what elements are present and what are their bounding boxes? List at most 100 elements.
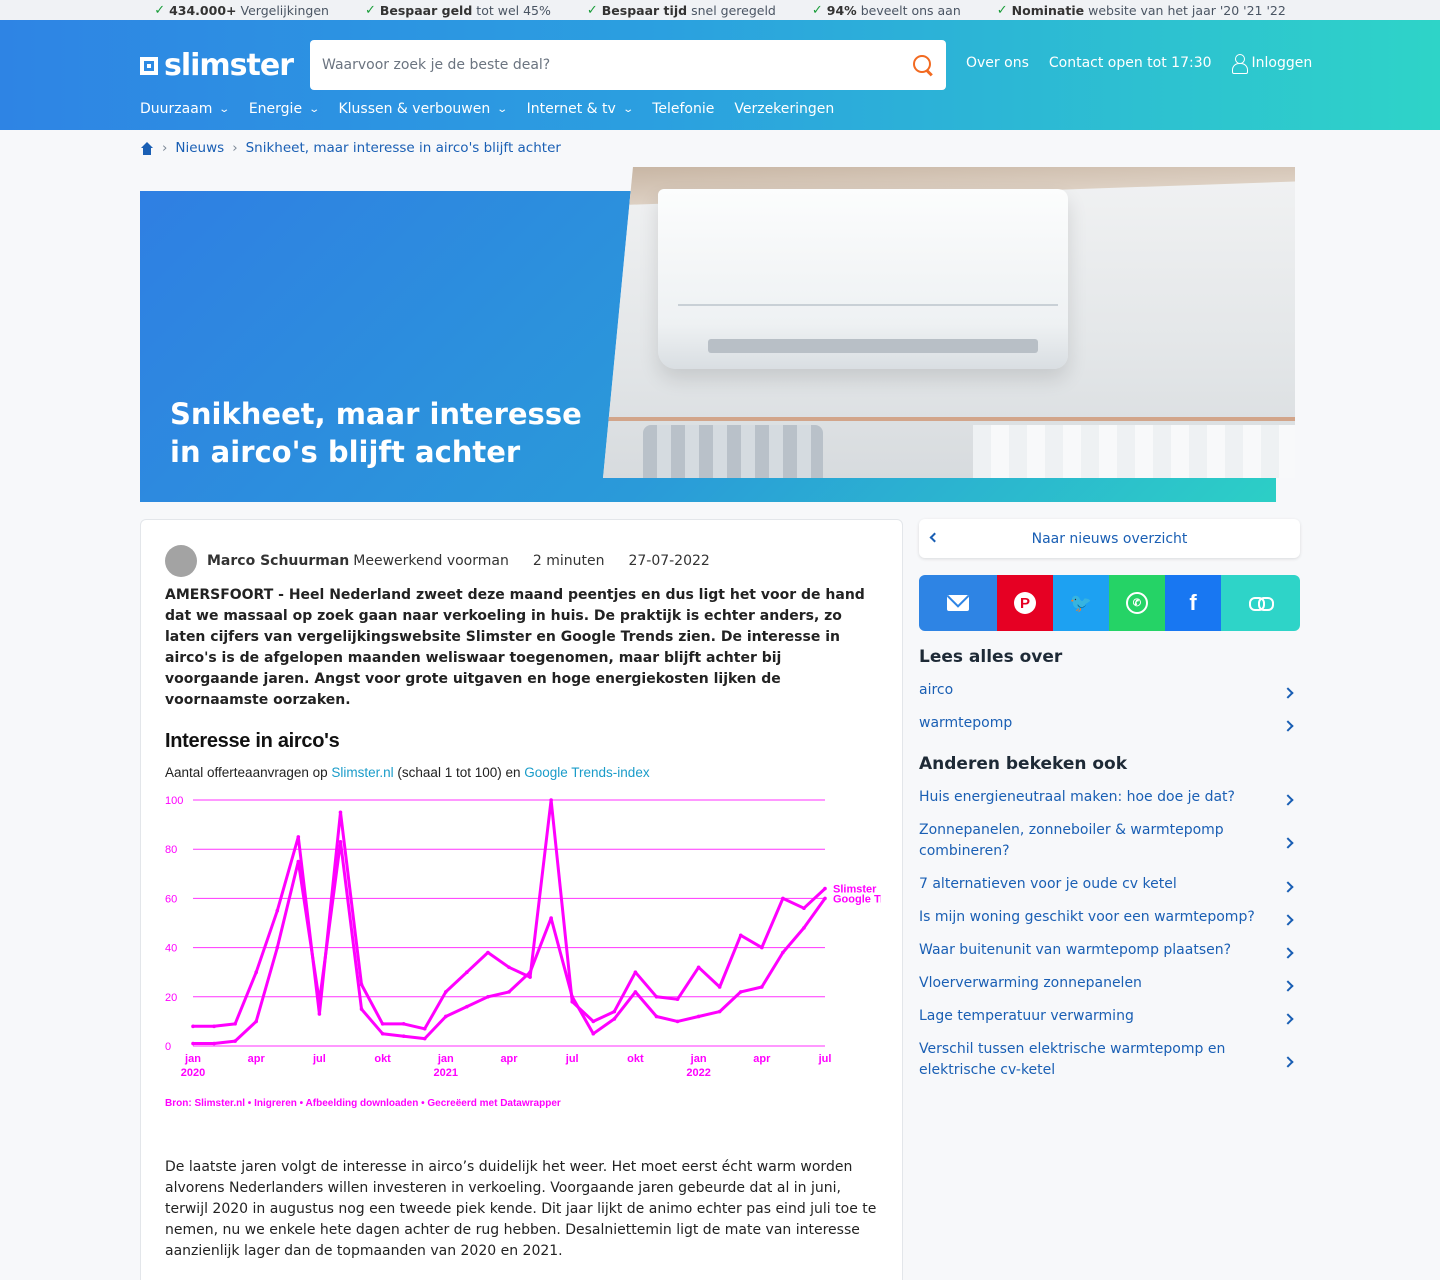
data-point <box>317 1012 322 1016</box>
airco-line <box>678 304 1058 306</box>
related-article-link[interactable]: Verschil tussen elektrische warmtepomp e… <box>919 1039 1300 1081</box>
related-article-link[interactable]: Lage temperatuur verwarming <box>919 1006 1300 1027</box>
chevron-right-icon: › <box>232 140 238 156</box>
usp-bold: Nominatie <box>1011 2 1085 18</box>
back-to-news-button[interactable]: Naar nieuws overzicht <box>919 519 1300 558</box>
share-pinterest-button[interactable]: P <box>997 575 1053 631</box>
nav-item-duurzaam[interactable]: Duurzaam ⌄ <box>140 101 231 117</box>
author-name[interactable]: Marco Schuurman <box>207 553 349 569</box>
data-point <box>633 970 638 974</box>
nav-item-klussen[interactable]: Klussen & verbouwen ⌄ <box>338 101 508 117</box>
chart-source[interactable]: Bron: Slimster.nl • Inigreren • Afbeeldi… <box>165 1098 561 1109</box>
share-facebook-button[interactable]: f <box>1165 575 1221 631</box>
data-point <box>760 945 764 950</box>
x-tick-label: jul <box>818 1053 832 1065</box>
chart-sub-link-trends[interactable]: Google Trends-index <box>524 765 649 780</box>
data-point <box>486 950 490 955</box>
related-article-link[interactable]: Zonnepanelen, zonneboiler & warmtepomp c… <box>919 820 1300 862</box>
share-mail-button[interactable] <box>919 575 997 631</box>
x-tick-label: 2021 <box>434 1067 458 1079</box>
x-tick-label: apr <box>753 1053 771 1065</box>
data-point <box>675 1019 680 1024</box>
x-tick-label: jul <box>312 1053 326 1065</box>
chevron-right-icon <box>1282 686 1294 699</box>
data-point <box>275 945 280 950</box>
usp-bar: ✓ 434.000+ Vergelijkingen ✓ Bespaar geld tot… <box>0 0 1440 20</box>
login-link[interactable]: Inloggen <box>1231 54 1312 74</box>
data-point <box>675 997 680 1002</box>
nav-item-verzekeringen[interactable]: Verzekeringen <box>734 101 834 117</box>
contact-link[interactable]: Contact open tot 17:30 <box>1049 55 1212 71</box>
search-input[interactable] <box>322 57 912 73</box>
x-tick-label: jan <box>184 1053 201 1065</box>
chevron-down-icon: ⌄ <box>218 103 231 115</box>
nav-item-energie[interactable]: Energie ⌄ <box>249 101 320 117</box>
x-tick-label: okt <box>627 1053 644 1065</box>
data-point <box>486 995 490 999</box>
usp-text: snel geregeld <box>691 2 776 18</box>
link-icon <box>1248 597 1274 611</box>
related-article-link[interactable]: Huis energieneutraal maken: hoe doe je d… <box>919 787 1300 808</box>
chart-sub-link-slimster[interactable]: Slimster.nl <box>331 765 393 780</box>
chevron-right-icon <box>1282 719 1294 732</box>
data-point <box>738 933 743 938</box>
x-tick-label: jan <box>437 1053 454 1065</box>
data-point <box>254 970 258 974</box>
data-point <box>212 1041 216 1046</box>
author-role: Meewerkend voorman <box>353 553 509 569</box>
others-viewed-heading: Anderen bekeken ook <box>919 754 1128 774</box>
tag-link-airco[interactable]: airco <box>919 680 1300 701</box>
y-tick-label: 40 <box>165 943 177 955</box>
nav-label: Internet & tv <box>526 101 616 117</box>
related-article-title: Verschil tussen elektrische warmtepomp e… <box>919 1041 1226 1078</box>
tag-label: airco <box>919 682 954 698</box>
article-lead: AMERSFOORT - Heel Nederland zweet deze m… <box>165 587 865 708</box>
x-tick-label: apr <box>500 1053 518 1065</box>
related-article-title: 7 alternatieven voor je oude cv ketel <box>919 876 1177 892</box>
share-twitter-button[interactable]: 🐦 <box>1053 575 1109 631</box>
x-tick-label: 2020 <box>181 1067 205 1079</box>
related-article-title: Is mijn woning geschikt voor een warmtep… <box>919 909 1255 925</box>
data-point <box>612 1017 617 1021</box>
data-point <box>296 835 301 839</box>
y-tick-label: 20 <box>165 992 177 1004</box>
related-article-link[interactable]: Waar buitenunit van warmtepomp plaatsen? <box>919 940 1300 961</box>
curtain-rod <box>603 417 1295 421</box>
share-link-button[interactable] <box>1221 575 1300 631</box>
data-point <box>570 995 574 999</box>
y-tick-label: 100 <box>165 795 183 807</box>
chart-sub-text: (schaal 1 tot 100) en <box>393 765 525 780</box>
data-point <box>296 859 301 864</box>
breadcrumb-current[interactable]: Snikheet, maar interesse in airco's blij… <box>246 140 561 156</box>
data-point <box>380 1031 385 1036</box>
tag-link-warmtepomp[interactable]: warmtepomp <box>919 713 1300 734</box>
related-article-link[interactable]: Is mijn woning geschikt voor een warmtep… <box>919 907 1300 928</box>
y-tick-label: 0 <box>165 1041 171 1053</box>
line-chart: 0 20 40 60 80 100 jan 2020 apr jul okt jan 2021 apr ju… <box>165 795 881 1079</box>
article-body: De laatste jaren volgt de interesse in a… <box>165 1159 877 1259</box>
chevron-right-icon <box>1282 837 1294 849</box>
breadcrumb-news[interactable]: Nieuws <box>175 140 224 156</box>
about-link[interactable]: Over ons <box>966 55 1029 71</box>
chevron-right-icon: › <box>162 140 168 156</box>
data-point <box>717 1009 722 1014</box>
tag-label: warmtepomp <box>919 715 1013 731</box>
home-icon[interactable] <box>140 141 154 155</box>
data-point <box>444 990 448 994</box>
search-icon[interactable] <box>912 54 934 76</box>
share-whatsapp-button[interactable]: ✆ <box>1109 575 1165 631</box>
chart-sub-text: Aantal offerteaanvragen op <box>165 765 332 780</box>
data-point <box>528 975 532 979</box>
data-point <box>781 896 785 901</box>
check-icon: ✓ <box>586 2 598 18</box>
nav-label: Telefonie <box>652 101 715 117</box>
nav-item-internet[interactable]: Internet & tv ⌄ <box>526 101 634 117</box>
data-point <box>359 1007 364 1011</box>
related-article-link[interactable]: 7 alternatieven voor je oude cv ketel <box>919 874 1300 895</box>
nav-item-telefonie[interactable]: Telefonie <box>652 101 714 117</box>
chevron-right-icon <box>1282 946 1294 959</box>
related-article-title: Huis energieneutraal maken: hoe doe je d… <box>919 789 1235 805</box>
nav-label: Klussen & verbouwen <box>338 101 491 117</box>
related-article-link[interactable]: Vloerverwarming zonnepanelen <box>919 973 1300 994</box>
site-logo[interactable]: slimster <box>140 48 294 83</box>
